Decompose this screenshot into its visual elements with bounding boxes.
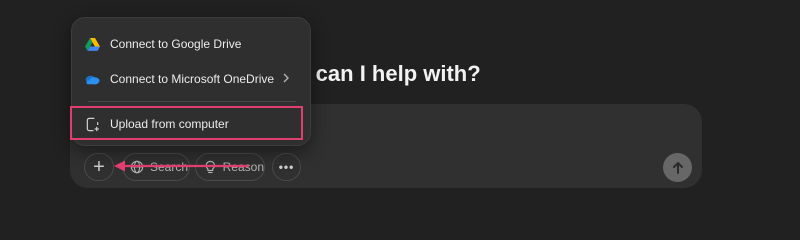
highlight-box	[70, 106, 303, 140]
page-headline: at can I help with?	[290, 61, 481, 86]
add-attachment-button[interactable]: +	[84, 153, 114, 181]
menu-item-onedrive[interactable]: Connect to Microsoft OneDrive	[84, 65, 300, 93]
plus-icon: +	[93, 155, 105, 178]
more-options-button[interactable]: •••	[272, 153, 301, 181]
menu-item-label: Connect to Google Drive	[110, 37, 242, 51]
onedrive-icon	[84, 71, 100, 87]
arrow-up-icon	[672, 161, 683, 174]
menu-item-label: Connect to Microsoft OneDrive	[110, 72, 275, 86]
chevron-right-icon	[283, 73, 289, 83]
google-drive-icon	[84, 36, 100, 52]
annotation-arrow-icon	[114, 160, 250, 172]
menu-divider	[88, 101, 296, 102]
menu-item-google-drive[interactable]: Connect to Google Drive	[84, 30, 300, 58]
send-button[interactable]	[663, 153, 692, 182]
ellipsis-icon: •••	[278, 160, 295, 174]
